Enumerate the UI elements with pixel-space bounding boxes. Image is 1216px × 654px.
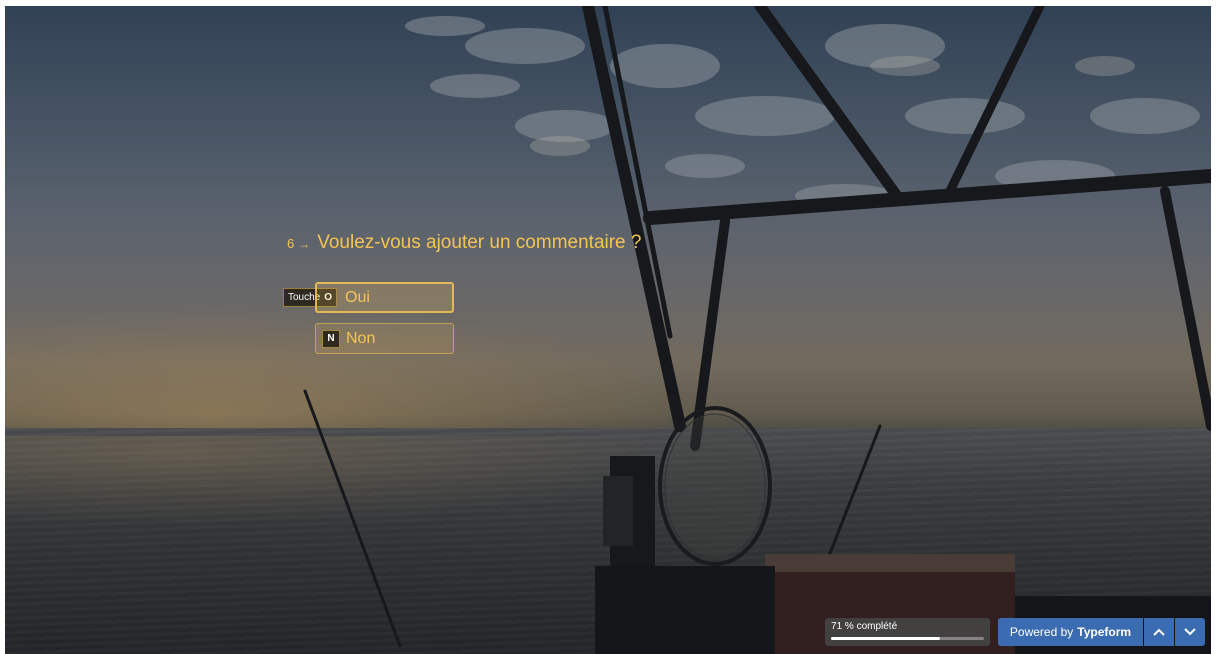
choice-non[interactable]: N Non: [315, 323, 454, 354]
choice-label: Non: [346, 329, 376, 347]
chevron-up-icon: [1153, 628, 1165, 636]
powered-by-typeform-button[interactable]: Powered by Typeform: [998, 618, 1143, 646]
question-number: 6: [287, 236, 295, 251]
brand-name: Typeform: [1077, 625, 1132, 639]
progress-indicator: 71 % complété: [825, 618, 990, 646]
progress-fill: [831, 637, 940, 640]
question-heading: 6 → Voulez-vous ajouter un commentaire ?: [287, 232, 641, 254]
choice-label: Oui: [345, 288, 370, 306]
background-photo: 6 → Voulez-vous ajouter un commentaire ?…: [5, 6, 1211, 654]
powered-by-prefix: Powered by: [1009, 625, 1074, 639]
next-question-button[interactable]: [1175, 618, 1205, 646]
progress-label: 71 % complété: [831, 621, 898, 632]
question-text: Voulez-vous ajouter un commentaire ?: [317, 232, 642, 253]
choice-oui[interactable]: Oui: [315, 282, 454, 313]
choice-key-badge: N: [322, 329, 340, 348]
previous-question-button[interactable]: [1144, 618, 1174, 646]
progress-track: [831, 637, 984, 640]
dim-overlay: [5, 6, 1211, 654]
chevron-down-icon: [1184, 628, 1196, 636]
arrow-right-icon: →: [298, 237, 311, 251]
